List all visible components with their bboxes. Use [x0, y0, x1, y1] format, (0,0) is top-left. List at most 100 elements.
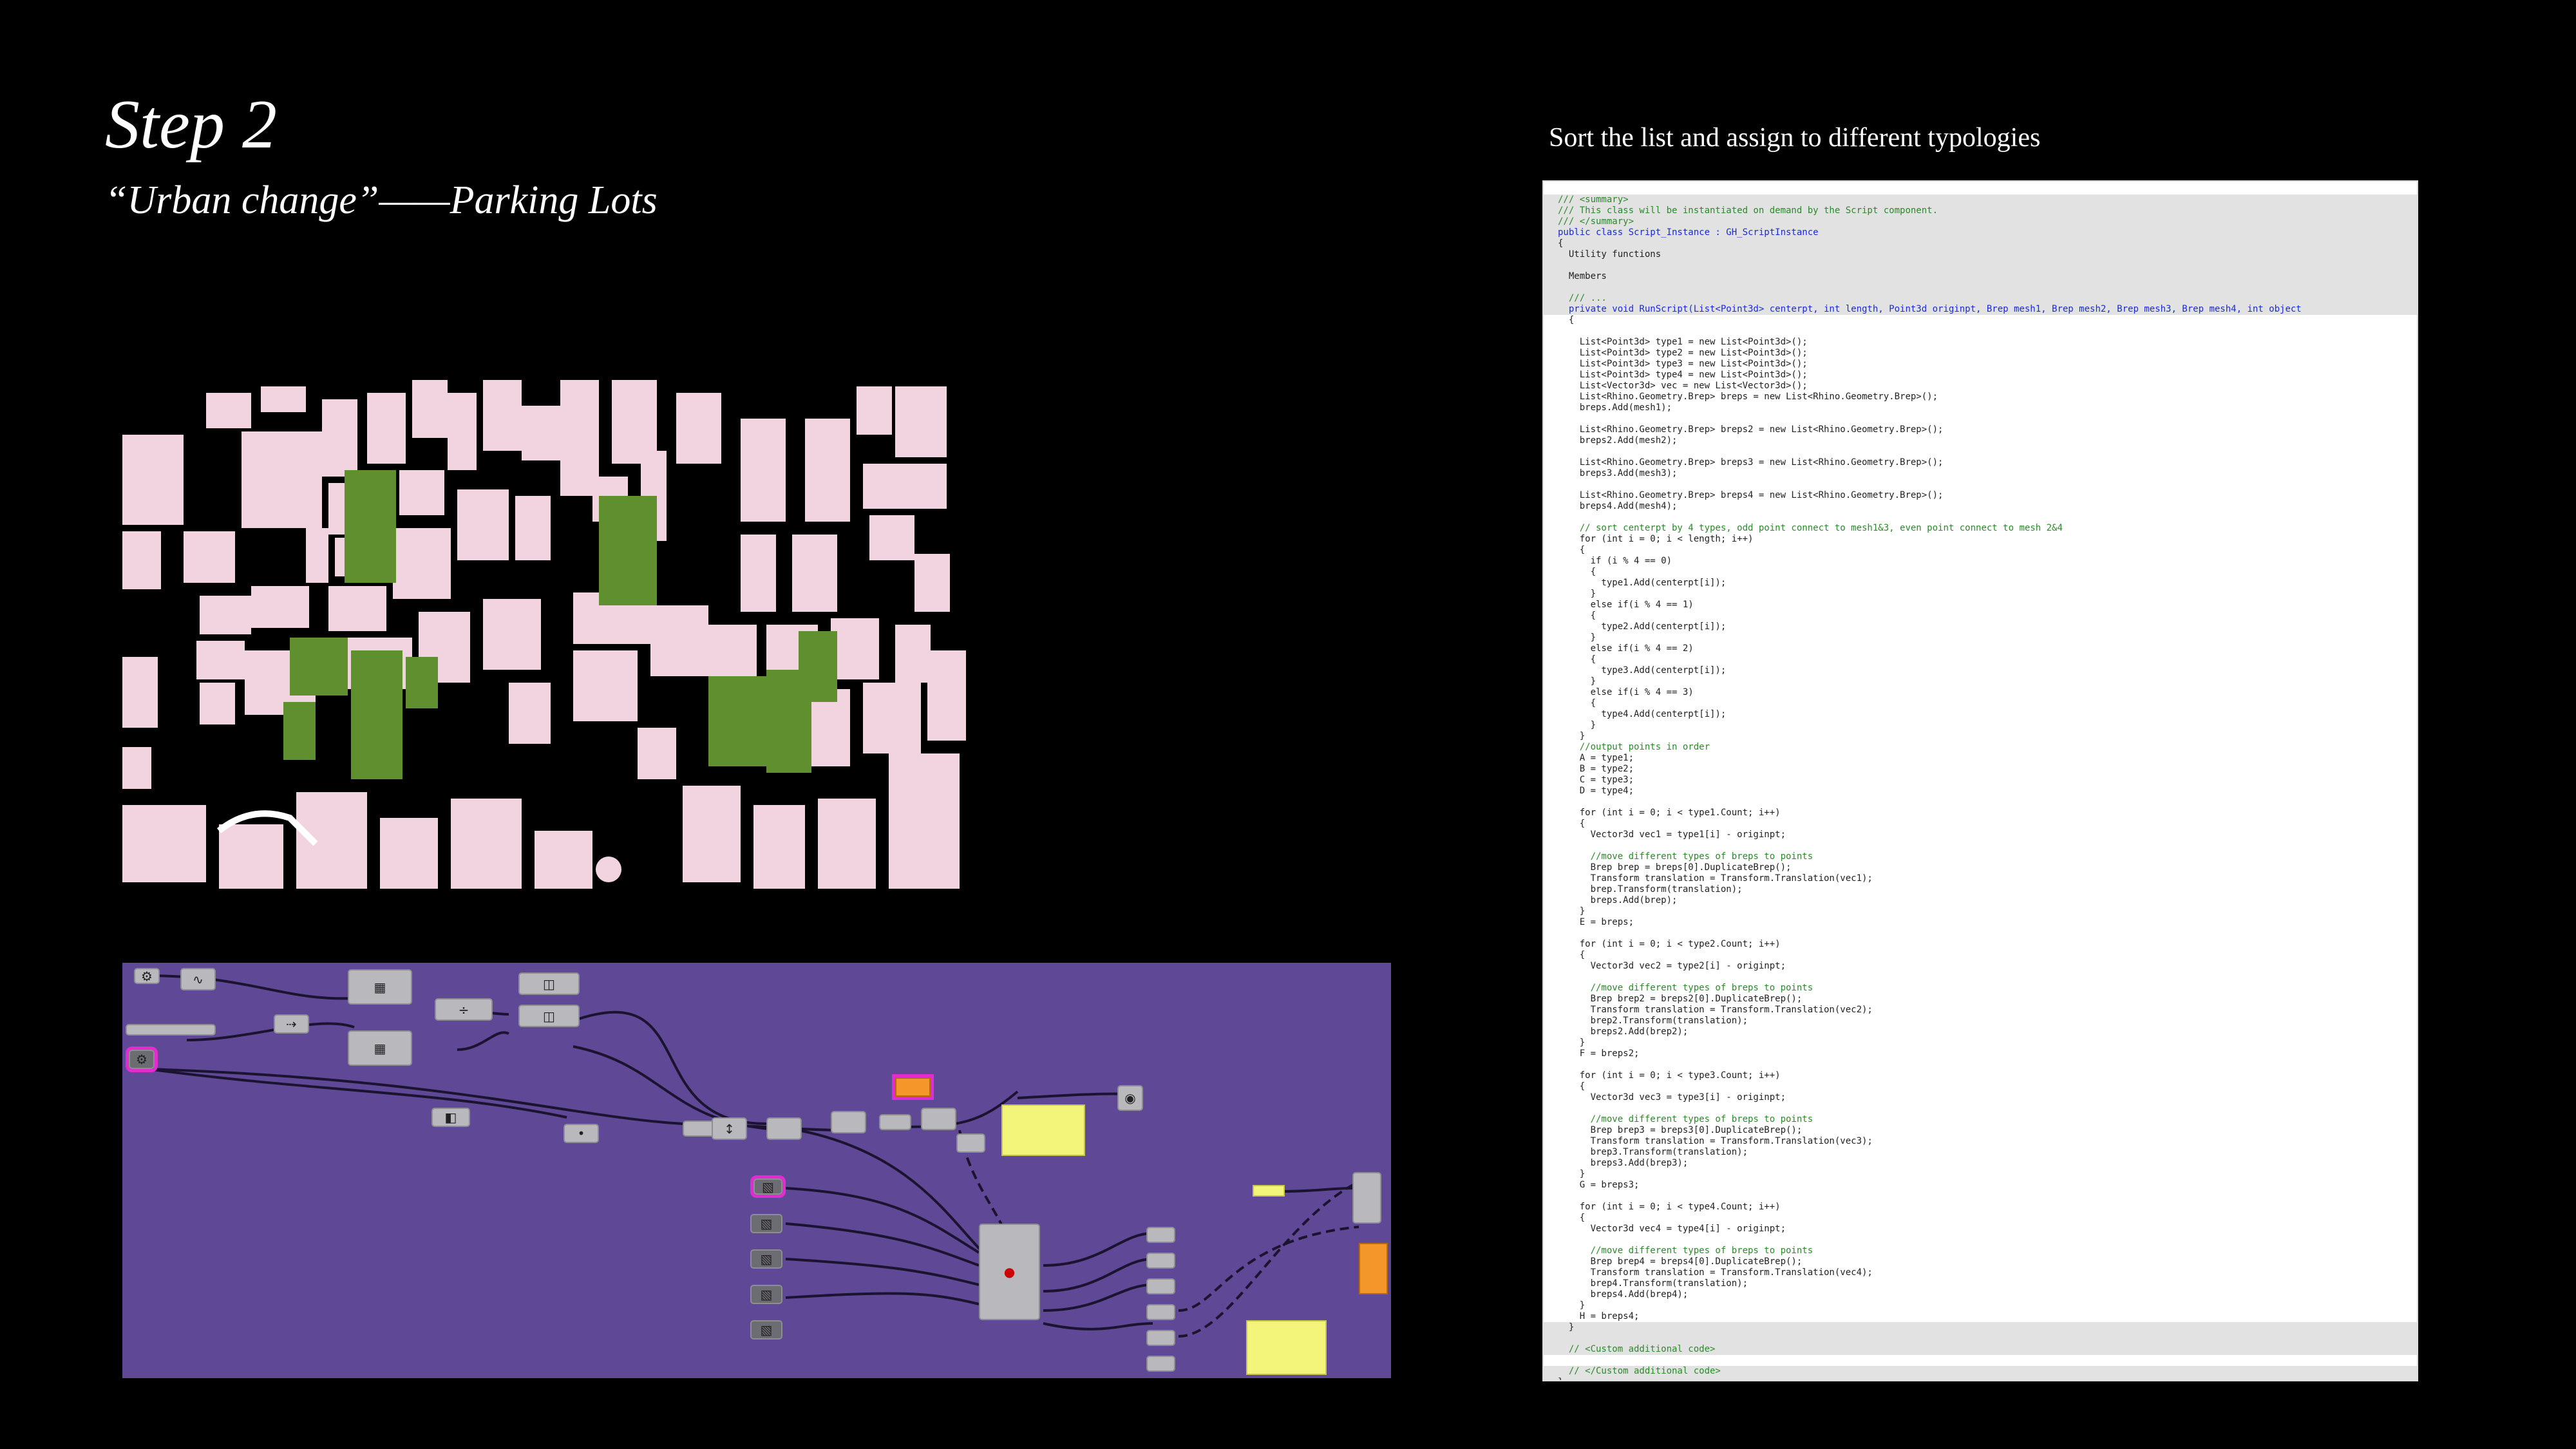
code-line-text: E = breps; — [1558, 917, 1634, 927]
code-line-text: //move different types of breps to point… — [1558, 1114, 1814, 1124]
code-line-text: { — [1558, 238, 1564, 249]
code-line: brep4.Transform(translation); — [1544, 1278, 2417, 1289]
code-line-text: } — [1558, 906, 1586, 916]
code-line-text: public class Script_Instance : GH_Script… — [1558, 227, 1819, 238]
item-component[interactable] — [831, 1111, 866, 1133]
bake-component[interactable] — [1352, 1172, 1381, 1224]
mesh-param-highlight[interactable]: ▧ — [750, 1175, 786, 1198]
output-param[interactable] — [1146, 1304, 1175, 1320]
mesh-param[interactable]: ▧ — [750, 1214, 782, 1233]
offset-component[interactable]: ◫ — [518, 972, 580, 995]
wires — [147, 974, 1359, 1338]
cluster-component[interactable]: ▦ — [348, 969, 412, 1005]
code-line: for (int i = 0; i < type1.Count; i++) — [1544, 808, 2417, 819]
code-line-text: type2.Add(centerpt[i]); — [1558, 621, 1727, 632]
slider-component[interactable] — [126, 1024, 216, 1036]
small-panel[interactable] — [1253, 1185, 1285, 1197]
mesh-param[interactable]: ▧ — [750, 1320, 782, 1340]
output-param[interactable] — [1146, 1356, 1175, 1372]
code-line-text: // <Custom additional code> — [1558, 1344, 1716, 1354]
curve-component[interactable]: ∿ — [180, 968, 216, 990]
area-component[interactable]: ◧ — [431, 1108, 470, 1127]
code-line-text: } — [1558, 1300, 1586, 1311]
code-line: G = breps3; — [1544, 1180, 2417, 1191]
code-line: Vector3d vec1 = type1[i] - originpt; — [1544, 829, 2417, 840]
code-line-text: { — [1558, 1081, 1586, 1092]
cluster-component-2[interactable]: ▦ — [348, 1030, 412, 1066]
code-line-text: A = type1; — [1558, 753, 1634, 763]
code-line: type4.Add(centerpt[i]); — [1544, 709, 2417, 720]
code-line-text: breps2.Add(mesh2); — [1558, 435, 1678, 446]
output-panel[interactable] — [1246, 1320, 1327, 1375]
code-line: } — [1544, 632, 2417, 643]
c-sharp-script-component[interactable]: ● — [979, 1224, 1040, 1320]
code-line: /// </summary> — [1544, 216, 2417, 227]
number-component[interactable] — [956, 1133, 985, 1153]
code-line: // <Custom additional code> — [1544, 1344, 2417, 1355]
code-line-text: { — [1558, 654, 1596, 665]
code-line: List<Rhino.Geometry.Brep> breps = new Li… — [1544, 392, 2417, 402]
code-line: { — [1544, 819, 2417, 829]
output-param[interactable] — [1146, 1227, 1175, 1243]
code-line-text: } — [1558, 720, 1596, 730]
transform-component[interactable]: ⇢ — [274, 1014, 309, 1034]
code-line-text: Vector3d vec1 = type1[i] - originpt; — [1558, 829, 1786, 840]
length-component[interactable] — [921, 1108, 956, 1130]
code-line: { — [1544, 315, 2417, 326]
code-line: breps4.Add(mesh4); — [1544, 501, 2417, 512]
flatten-component[interactable] — [879, 1114, 911, 1130]
grasshopper-canvas[interactable]: ⚙ ∿ ▦ ▦ ⇢ ÷ ◫ ◫ ⚙ ◧ • ↕ ◉ ▧ ▧ ▧ ▧ ▧ ● — [122, 963, 1391, 1378]
mesh-param[interactable]: ▧ — [750, 1285, 782, 1304]
centroid-component[interactable]: • — [564, 1124, 599, 1143]
code-line: H = breps4; — [1544, 1311, 2417, 1322]
code-line: } — [1544, 731, 2417, 742]
output-param-highlight[interactable] — [892, 1074, 934, 1100]
code-line-text: type1.Add(centerpt[i]); — [1558, 578, 1727, 588]
code-line: else if(i % 4 == 3) — [1544, 687, 2417, 698]
code-line: } — [1544, 1037, 2417, 1048]
code-line: breps3.Add(brep3); — [1544, 1158, 2417, 1169]
code-line: //move different types of breps to point… — [1544, 1245, 2417, 1256]
code-line: List<Point3d> type2 = new List<Point3d>(… — [1544, 348, 2417, 359]
sort-component[interactable]: ↕ — [712, 1117, 747, 1140]
output-param[interactable] — [1146, 1330, 1175, 1346]
divide-component[interactable]: ÷ — [435, 998, 493, 1021]
output-param[interactable] — [1146, 1278, 1175, 1294]
code-line-text: //move different types of breps to point… — [1558, 1245, 1814, 1256]
code-line: { — [1544, 698, 2417, 709]
offset-component-2[interactable]: ◫ — [518, 1005, 580, 1027]
code-line: { — [1544, 1213, 2417, 1224]
output-param-orange[interactable] — [1359, 1243, 1388, 1294]
code-line-text: /// ... — [1558, 293, 1607, 303]
param-component[interactable]: ⚙ — [134, 968, 160, 984]
code-line: { — [1544, 1081, 2417, 1092]
mesh-param[interactable]: ▧ — [750, 1249, 782, 1269]
code-line-text: if (i % 4 == 0) — [1558, 556, 1672, 566]
note-panel[interactable] — [1001, 1104, 1085, 1156]
code-editor[interactable]: /// <summary>/// This class will be inst… — [1542, 180, 2418, 1381]
cull-component[interactable] — [766, 1117, 802, 1140]
code-line: List<Rhino.Geometry.Brep> breps3 = new L… — [1544, 457, 2417, 468]
preview-component[interactable]: ◉ — [1117, 1085, 1143, 1111]
code-line: Brep brep = breps[0].DuplicateBrep(); — [1544, 862, 2417, 873]
code-line: else if(i % 4 == 2) — [1544, 643, 2417, 654]
output-param[interactable] — [1146, 1253, 1175, 1269]
list-component[interactable] — [683, 1121, 715, 1137]
code-line: Brep brep3 = breps3[0].DuplicateBrep(); — [1544, 1125, 2417, 1136]
code-line-text: } — [1558, 1322, 1575, 1332]
code-line-text: else if(i % 4 == 1) — [1558, 600, 1694, 610]
code-line: } — [1544, 720, 2417, 731]
code-line: List<Rhino.Geometry.Brep> breps4 = new L… — [1544, 490, 2417, 501]
code-line: { — [1544, 611, 2417, 621]
param-highlight[interactable]: ⚙ — [126, 1046, 158, 1072]
code-line: } — [1544, 1377, 2417, 1380]
code-line-text: { — [1558, 819, 1586, 829]
